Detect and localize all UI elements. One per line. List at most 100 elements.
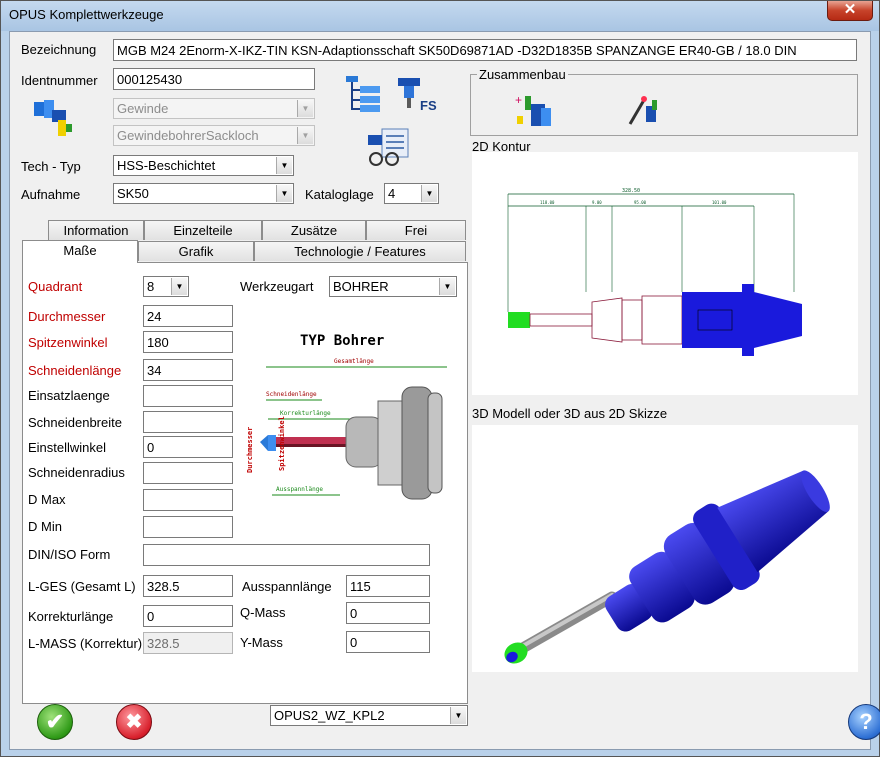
lmass-input: 328.5 xyxy=(143,632,233,654)
catalog-list-icon[interactable] xyxy=(366,127,412,167)
masse-tab-panel: Quadrant 8 ▼ Werkzeugart BOHRER ▼ Durchm… xyxy=(22,262,468,704)
modell-3d-panel xyxy=(472,425,858,672)
dmin-label: D Min xyxy=(28,519,62,534)
aufnahme-combo[interactable]: SK50 ▼ xyxy=(113,183,294,204)
quadrant-combo[interactable]: 8 ▼ xyxy=(143,276,189,297)
werkzeugart-combo[interactable]: BOHRER ▼ xyxy=(329,276,457,297)
zusammenbau-label: Zusammenbau xyxy=(477,67,568,82)
ausspannlaenge-input[interactable]: 115 xyxy=(346,575,430,597)
fs-label: FS xyxy=(420,98,437,113)
ymass-input[interactable]: 0 xyxy=(346,631,430,653)
schneidenbreite-label: Schneidenbreite xyxy=(28,415,122,430)
database-combo[interactable]: OPUS2_WZ_KPL2 ▼ xyxy=(270,705,468,726)
svg-text:+: + xyxy=(515,93,522,107)
werkzeugart-label: Werkzeugart xyxy=(240,279,314,294)
kontur-dim-total: 328.50 xyxy=(622,188,640,194)
tab-grafik[interactable]: Grafik xyxy=(138,241,254,261)
diniso-input[interactable] xyxy=(143,544,430,566)
main-window: OPUS Komplettwerkzeuge ✕ Bezeichnung MGB… xyxy=(0,0,880,757)
ok-button[interactable]: ✔ xyxy=(37,704,73,740)
chevron-down-icon[interactable]: ▼ xyxy=(439,278,455,295)
close-button[interactable]: ✕ xyxy=(827,1,873,21)
tech-typ-combo[interactable]: HSS-Beschichtet ▼ xyxy=(113,155,294,176)
tech-typ-value: HSS-Beschichtet xyxy=(117,158,216,173)
tab-zusaetze[interactable]: Zusätze xyxy=(262,220,366,240)
lmass-label: L-MASS (Korrektur) xyxy=(28,636,143,651)
tool-assembly-icon[interactable] xyxy=(30,96,74,144)
chevron-down-icon[interactable]: ▼ xyxy=(276,185,292,202)
schneidenlaenge-diagram-label: Schneidenlänge xyxy=(266,391,317,398)
schneidenradius-input[interactable] xyxy=(143,462,233,484)
korrekturlaenge-input[interactable]: 0 xyxy=(143,605,233,627)
typ-bohrer-diagram: TYP Bohrer Gesamtlänge Schneidenlänge Ko… xyxy=(242,305,460,535)
lges-label: L-GES (Gesamt L) xyxy=(28,579,136,594)
kontur-drawing: 328.50 118.00 9.00 95.00 101.00 xyxy=(507,188,802,356)
durchmesser-diagram-label: Durchmesser xyxy=(246,427,254,473)
quadrant-label: Quadrant xyxy=(28,279,83,294)
window-title: OPUS Komplettwerkzeuge xyxy=(9,7,164,22)
durchmesser-input[interactable]: 24 xyxy=(143,305,233,327)
help-button[interactable]: ? xyxy=(848,704,880,740)
magic-wand-icon[interactable] xyxy=(624,90,664,130)
diniso-label: DIN/ISO Form xyxy=(28,547,111,562)
kataloglage-label: Kataloglage xyxy=(305,187,374,202)
spitzenwinkel-diagram-label: Spitzenwinkel xyxy=(278,416,286,471)
bezeichnung-input[interactable]: MGB M24 2Enorm-X-IKZ-TIN KSN-Adaptionssc… xyxy=(113,39,857,61)
chevron-down-icon[interactable]: ▼ xyxy=(421,185,437,202)
dmax-label: D Max xyxy=(28,492,66,507)
ausspannlaenge-label: Ausspannlänge xyxy=(242,579,332,594)
tab-technologie-features[interactable]: Technologie / Features xyxy=(254,241,466,261)
fs-tool-icon[interactable]: FS xyxy=(394,74,442,114)
gesamtlaenge-label: Gesamtlänge xyxy=(334,358,374,365)
schneidenlaenge-label: Schneidenlänge xyxy=(28,363,122,378)
cancel-button[interactable]: ✖ xyxy=(116,704,152,740)
chevron-down-icon[interactable]: ▼ xyxy=(171,278,187,295)
spitzenwinkel-input[interactable]: 180 xyxy=(143,331,233,353)
kontur-dim-2: 9.00 xyxy=(592,200,602,205)
kontur-panel: 328.50 118.00 9.00 95.00 101.00 xyxy=(472,152,858,395)
tab-frei[interactable]: Frei xyxy=(366,220,466,240)
qmass-input[interactable]: 0 xyxy=(346,602,430,624)
kontur-dim-1: 118.00 xyxy=(540,200,555,205)
modell-label: 3D Modell oder 3D aus 2D Skizze xyxy=(472,406,668,421)
kontur-dim-3: 95.00 xyxy=(634,200,647,205)
aufnahme-value: SK50 xyxy=(117,186,149,201)
chevron-down-icon: ▼ xyxy=(297,127,313,144)
qmass-label: Q-Mass xyxy=(240,605,286,620)
gewindebohrer-value: GewindebohrerSackloch xyxy=(117,128,259,143)
tab-masse[interactable]: Maße xyxy=(22,240,138,263)
tab-information[interactable]: Information xyxy=(48,220,144,240)
tech-typ-label: Tech - Typ xyxy=(21,159,81,174)
kataloglage-value: 4 xyxy=(388,186,396,201)
korrekturlaenge-label: Korrekturlänge xyxy=(28,609,114,624)
kataloglage-combo[interactable]: 4 ▼ xyxy=(384,183,439,204)
chevron-down-icon: ▼ xyxy=(297,100,313,117)
chevron-down-icon[interactable]: ▼ xyxy=(276,157,292,174)
korrekturlaenge-diagram-label: Korrekturlänge xyxy=(280,410,331,417)
ymass-label: Y-Mass xyxy=(240,635,283,650)
assembly-build-icon[interactable]: + xyxy=(513,90,557,130)
gewinde-combo: Gewinde ▼ xyxy=(113,98,315,119)
title-bar[interactable]: OPUS Komplettwerkzeuge ✕ xyxy=(1,1,879,31)
gewinde-value: Gewinde xyxy=(117,101,169,116)
werkzeugart-value: BOHRER xyxy=(333,279,389,294)
einstellwinkel-label: Einstellwinkel xyxy=(28,440,107,455)
dmax-input[interactable] xyxy=(143,489,233,511)
tab-einzelteile[interactable]: Einzelteile xyxy=(144,220,262,240)
identnummer-input[interactable]: 000125430 xyxy=(113,68,315,90)
identnummer-label: Identnummer xyxy=(21,73,98,88)
einsatzlaenge-label: Einsatzlaenge xyxy=(28,388,110,403)
diagram-title: TYP Bohrer xyxy=(300,333,384,349)
dmin-input[interactable] xyxy=(143,516,233,538)
modell-3d-view xyxy=(504,470,830,664)
ausspannlaenge-diagram-label: Ausspannlänge xyxy=(276,486,323,493)
tree-list-icon[interactable] xyxy=(344,74,384,114)
einsatzlaenge-input[interactable] xyxy=(143,385,233,407)
dialog-client: Bezeichnung MGB M24 2Enorm-X-IKZ-TIN KSN… xyxy=(9,31,880,750)
lges-input[interactable]: 328.5 xyxy=(143,575,233,597)
chevron-down-icon[interactable]: ▼ xyxy=(450,707,466,724)
schneidenbreite-input[interactable] xyxy=(143,411,233,433)
einstellwinkel-input[interactable]: 0 xyxy=(143,436,233,458)
schneidenlaenge-input[interactable]: 34 xyxy=(143,359,233,381)
spitzenwinkel-label: Spitzenwinkel xyxy=(28,335,108,350)
